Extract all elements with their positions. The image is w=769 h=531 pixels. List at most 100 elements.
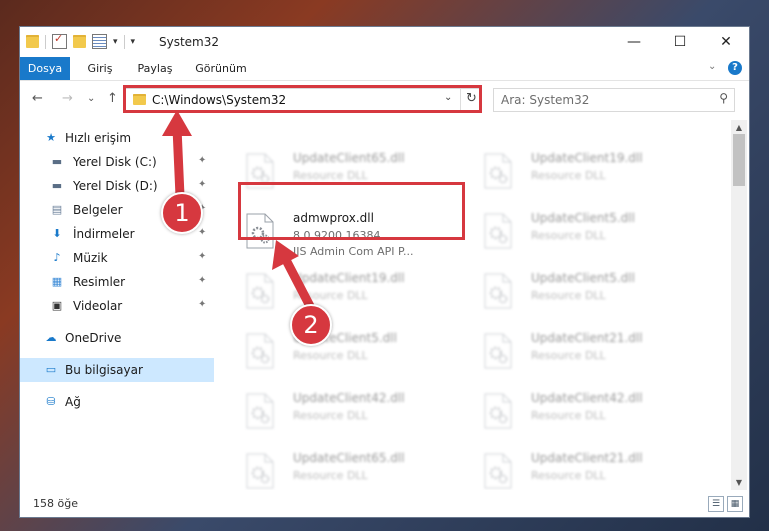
help-icon[interactable]: ? (728, 61, 742, 75)
sidebar-item-label: Videolar (73, 299, 123, 313)
tab-share[interactable]: Paylaş (133, 57, 177, 80)
file-tile[interactable]: UpdateClient21.dll Resource DLL (476, 447, 712, 490)
chevron-down-icon[interactable]: ▾ (131, 37, 136, 47)
file-tile[interactable]: UpdateClient5.dll Resource DLL (476, 207, 712, 259)
sidebar-item-label: Resimler (73, 275, 126, 289)
sidebar-item[interactable]: ☁ OneDrive (20, 326, 214, 350)
star-icon: ★ (46, 131, 56, 144)
file-description: IIS Admin Com API P... (293, 245, 414, 258)
file-detail: Resource DLL (531, 289, 606, 302)
file-tile[interactable]: UpdateClient21.dll Resource DLL (476, 327, 712, 379)
sidebar-item-label: Bu bilgisayar (65, 363, 143, 377)
drive-icon: ▬ (51, 179, 63, 192)
tab-view[interactable]: Görünüm (192, 57, 250, 80)
file-name: UpdateClient42.dll (293, 391, 405, 405)
sidebar-item[interactable]: ♪ Müzik ✦ (20, 246, 214, 270)
title-bar: ▾ ▾ System32 — ☐ ✕ (20, 27, 749, 57)
search-input[interactable]: Ara: System32 (501, 93, 589, 107)
sidebar-item-label: İndirmeler (73, 227, 135, 241)
sidebar-item-label: Yerel Disk (C:) (73, 155, 157, 169)
file-detail: Resource DLL (531, 349, 606, 362)
file-name: UpdateClient42.dll (531, 391, 643, 405)
file-detail: Resource DLL (531, 409, 606, 422)
file-name: UpdateClient5.dll (531, 211, 635, 225)
close-button[interactable]: ✕ (703, 27, 749, 57)
folder-icon (26, 35, 39, 48)
properties-check-icon[interactable] (52, 32, 67, 49)
music-icon: ♪ (53, 251, 61, 264)
pin-icon[interactable]: ✦ (198, 227, 206, 238)
toolbar-separator (45, 34, 46, 49)
sidebar-item-label: Belgeler (73, 203, 123, 217)
dll-file-icon (484, 333, 512, 369)
dll-file-icon (484, 393, 512, 429)
sidebar-item[interactable]: ▭ Bu bilgisayar (20, 358, 214, 382)
scroll-up-icon[interactable]: ▲ (731, 123, 747, 132)
ribbon-expand-icon[interactable]: ⌄ (708, 61, 716, 72)
file-tile[interactable]: UpdateClient65.dll Resource DLL (238, 447, 474, 490)
maximize-button[interactable]: ☐ (657, 27, 703, 57)
search-icon[interactable]: ⚲ (719, 91, 728, 105)
dll-file-icon (484, 453, 512, 489)
file-detail: Resource DLL (293, 469, 368, 482)
minimize-button[interactable]: — (611, 27, 657, 57)
dll-file-icon (246, 453, 274, 489)
file-highlight-box (238, 182, 465, 240)
forward-button[interactable]: → (62, 91, 73, 106)
file-detail: Resource DLL (293, 409, 368, 422)
new-folder-icon[interactable] (73, 35, 86, 48)
tab-file[interactable]: Dosya (20, 57, 70, 80)
drive-icon: ▬ (51, 155, 63, 168)
sidebar-item[interactable]: ⛁ Ağ (20, 390, 214, 414)
toolbar-separator (123, 34, 125, 49)
view-icon[interactable] (92, 34, 107, 49)
file-tile[interactable]: UpdateClient5.dll Resource DLL (238, 327, 474, 379)
status-bar: 158 öğe ☰ ▦ (20, 490, 749, 517)
details-view-icon[interactable]: ☰ (708, 496, 724, 512)
scroll-thumb[interactable] (733, 134, 745, 186)
file-detail: Resource DLL (293, 289, 368, 302)
back-button[interactable]: ← (32, 91, 43, 106)
customize-toolbar-icon[interactable]: ▾ (113, 37, 118, 47)
pin-icon[interactable]: ✦ (198, 251, 206, 262)
pin-icon[interactable]: ✦ (198, 179, 206, 190)
navigation-pane: ★ Hızlı erişim ▬ Yerel Disk (C:) ✦ ▬ Yerel Dis… (20, 120, 214, 490)
sidebar-item[interactable]: ★ Hızlı erişim (20, 126, 214, 150)
pin-icon[interactable]: ✦ (198, 299, 206, 310)
view-switcher: ☰ ▦ (708, 496, 743, 512)
dll-file-icon (246, 273, 274, 309)
file-tile[interactable]: UpdateClient42.dll Resource DLL (476, 387, 712, 439)
network-icon: ⛁ (46, 395, 56, 408)
quick-access-toolbar: ▾ ▾ (26, 32, 136, 49)
item-count: 158 öğe (33, 497, 78, 510)
file-name: UpdateClient19.dll (293, 271, 405, 285)
pictures-icon: ▦ (51, 275, 63, 288)
file-detail: Resource DLL (531, 169, 606, 182)
recent-locations-button[interactable]: ⌄ (87, 93, 95, 104)
sidebar-item[interactable]: ▬ Yerel Disk (C:) ✦ (20, 150, 214, 174)
tab-home[interactable]: Giriş (82, 57, 118, 80)
ribbon-tabs: Dosya Giriş Paylaş Görünüm ⌄ ? (20, 57, 749, 81)
file-list: UpdateClient65.dll Resource DLL UpdateClie… (216, 120, 731, 490)
file-tile[interactable]: UpdateClient5.dll Resource DLL (476, 267, 712, 319)
up-button[interactable]: ↑ (107, 91, 118, 106)
sidebar-item-label: Yerel Disk (D:) (73, 179, 158, 193)
pin-icon[interactable]: ✦ (198, 155, 206, 166)
file-detail: Resource DLL (531, 229, 606, 242)
window-title: System32 (159, 35, 220, 49)
file-detail: Resource DLL (293, 169, 368, 182)
download-icon: ⬇ (52, 227, 62, 240)
scroll-down-icon[interactable]: ▼ (731, 478, 747, 487)
file-tile[interactable]: UpdateClient42.dll Resource DLL (238, 387, 474, 439)
callout-1: 1 (161, 192, 203, 234)
sidebar-item[interactable]: ▣ Videolar ✦ (20, 294, 214, 318)
file-tile[interactable]: UpdateClient19.dll Resource DLL (476, 147, 712, 199)
file-name: UpdateClient21.dll (531, 451, 643, 465)
dll-file-icon (484, 213, 512, 249)
large-icons-view-icon[interactable]: ▦ (727, 496, 743, 512)
file-tile[interactable]: UpdateClient19.dll Resource DLL (238, 267, 474, 319)
vertical-scrollbar[interactable]: ▲ ▼ (731, 120, 747, 490)
pin-icon[interactable]: ✦ (198, 275, 206, 286)
sidebar-item[interactable]: ▦ Resimler ✦ (20, 270, 214, 294)
search-box[interactable]: Ara: System32 ⚲ (493, 88, 735, 112)
